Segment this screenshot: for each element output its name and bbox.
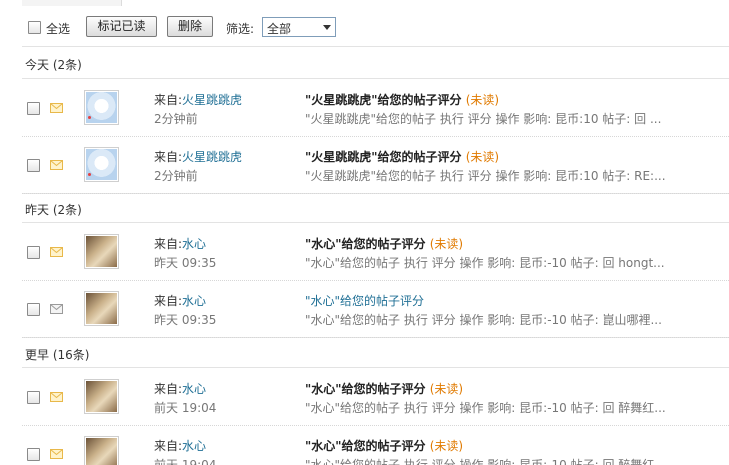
message-summary: "水心"给您的帖子 执行 评分 操作 影响: 昆币:-10 帖子: 回 hong… bbox=[305, 256, 665, 270]
message-title[interactable]: "火星跳跳虎"给您的帖子评分 (未读) bbox=[305, 91, 499, 108]
message-time: 2分钟前 bbox=[154, 112, 198, 126]
message-summary: "水心"给您的帖子 执行 评分 操作 影响: 昆币:-10 帖子: 崑山哪裡..… bbox=[305, 313, 662, 327]
chevron-down-icon bbox=[323, 25, 331, 30]
sender-line: 来自:水心 bbox=[154, 380, 206, 397]
message-title-text[interactable]: "火星跳跳虎"给您的帖子评分 bbox=[305, 93, 462, 107]
message-title-text[interactable]: "水心"给您的帖子评分 bbox=[305, 439, 426, 453]
filter-label: 筛选: bbox=[226, 22, 255, 36]
open-envelope-icon bbox=[50, 304, 63, 314]
message-title-text[interactable]: "火星跳跳虎"给您的帖子评分 bbox=[305, 150, 462, 164]
sender-line: 来自:火星跳跳虎 bbox=[154, 148, 242, 165]
envelope-icon bbox=[50, 247, 63, 257]
select-all-checkbox[interactable] bbox=[28, 21, 41, 34]
sender-line: 来自:水心 bbox=[154, 292, 206, 309]
from-label: 来自: bbox=[154, 294, 183, 308]
unread-badge: (未读) bbox=[465, 93, 500, 107]
message-title[interactable]: "水心"给您的帖子评分 (未读) bbox=[305, 380, 463, 397]
avatar[interactable] bbox=[84, 436, 119, 465]
message-time: 前天 19:04 bbox=[154, 401, 217, 415]
from-label: 来自: bbox=[154, 382, 183, 396]
avatar-image bbox=[86, 149, 117, 180]
section-header-yesterday: 昨天 (2条) bbox=[25, 203, 82, 217]
message-title[interactable]: "火星跳跳虎"给您的帖子评分 (未读) bbox=[305, 148, 499, 165]
avatar-image bbox=[86, 293, 117, 324]
row-checkbox[interactable] bbox=[27, 246, 40, 259]
message-time: 昨天 09:35 bbox=[154, 256, 217, 270]
filter-select[interactable]: 全部 bbox=[262, 17, 336, 37]
avatar[interactable] bbox=[84, 147, 119, 182]
avatar[interactable] bbox=[84, 234, 119, 269]
toolbar: 全选 标记已读 删除 筛选: 全部 bbox=[0, 12, 729, 42]
from-label: 来自: bbox=[154, 439, 183, 453]
message-row[interactable]: 来自:水心 昨天 09:35 "水心"给您的帖子评分 (未读) "水心"给您的帖… bbox=[22, 224, 729, 281]
sender-line: 来自:水心 bbox=[154, 235, 206, 252]
sender-link[interactable]: 水心 bbox=[182, 237, 206, 251]
envelope-icon bbox=[50, 392, 63, 402]
message-title-text[interactable]: "水心"给您的帖子评分 bbox=[305, 237, 426, 251]
avatar[interactable] bbox=[84, 90, 119, 125]
message-row[interactable]: 来自:水心 前天 19:04 "水心"给您的帖子评分 (未读) "水心"给您的帖… bbox=[22, 369, 729, 426]
sender-link[interactable]: 水心 bbox=[182, 382, 206, 396]
from-label: 来自: bbox=[154, 150, 183, 164]
envelope-icon bbox=[50, 449, 63, 459]
message-row[interactable]: 来自:水心 前天 19:04 "水心"给您的帖子评分 (未读) "水心"给您的帖… bbox=[22, 426, 729, 465]
row-checkbox[interactable] bbox=[27, 303, 40, 316]
envelope-icon bbox=[50, 160, 63, 170]
sender-link[interactable]: 水心 bbox=[182, 294, 206, 308]
tab-strip bbox=[0, 0, 729, 6]
message-summary: "火星跳跳虎"给您的帖子 执行 评分 操作 影响: 昆币:10 帖子: RE:.… bbox=[305, 169, 666, 183]
from-label: 来自: bbox=[154, 237, 183, 251]
sender-link[interactable]: 火星跳跳虎 bbox=[182, 150, 242, 164]
sender-line: 来自:水心 bbox=[154, 437, 206, 454]
message-title[interactable]: "水心"给您的帖子评分 (未读) bbox=[305, 437, 463, 454]
from-label: 来自: bbox=[154, 93, 183, 107]
row-checkbox[interactable] bbox=[27, 102, 40, 115]
message-title[interactable]: "水心"给您的帖子评分 bbox=[305, 292, 424, 309]
unread-badge: (未读) bbox=[429, 439, 464, 453]
section-header-earlier: 更早 (16条) bbox=[25, 348, 90, 362]
sender-link[interactable]: 水心 bbox=[182, 439, 206, 453]
avatar[interactable] bbox=[84, 379, 119, 414]
divider bbox=[22, 222, 729, 223]
unread-badge: (未读) bbox=[429, 382, 464, 396]
row-checkbox[interactable] bbox=[27, 391, 40, 404]
message-row[interactable]: 来自:水心 昨天 09:35 "水心"给您的帖子评分 "水心"给您的帖子 执行 … bbox=[22, 281, 729, 338]
message-title-text[interactable]: "水心"给您的帖子评分 bbox=[305, 294, 424, 308]
envelope-icon bbox=[50, 103, 63, 113]
message-title-text[interactable]: "水心"给您的帖子评分 bbox=[305, 382, 426, 396]
section-header-today: 今天 (2条) bbox=[25, 58, 82, 72]
divider bbox=[22, 78, 729, 79]
row-checkbox[interactable] bbox=[27, 159, 40, 172]
delete-button[interactable]: 删除 bbox=[167, 16, 213, 37]
sender-link[interactable]: 火星跳跳虎 bbox=[182, 93, 242, 107]
message-time: 前天 19:04 bbox=[154, 458, 217, 465]
avatar-image bbox=[86, 92, 117, 123]
divider bbox=[22, 367, 729, 368]
unread-badge: (未读) bbox=[429, 237, 464, 251]
filter-select-value: 全部 bbox=[267, 22, 292, 36]
message-summary: "火星跳跳虎"给您的帖子 执行 评分 操作 影响: 昆币:10 帖子: 回 ..… bbox=[305, 112, 662, 126]
avatar-image bbox=[86, 381, 117, 412]
message-row[interactable]: 来自:火星跳跳虎 2分钟前 "火星跳跳虎"给您的帖子评分 (未读) "火星跳跳虎… bbox=[22, 137, 729, 194]
divider bbox=[22, 46, 729, 47]
message-summary: "水心"给您的帖子 执行 评分 操作 影响: 昆币:-10 帖子: 回 醉舞红.… bbox=[305, 458, 666, 465]
row-checkbox[interactable] bbox=[27, 448, 40, 461]
select-all-label[interactable]: 全选 bbox=[46, 20, 70, 37]
top-tab[interactable] bbox=[22, 0, 122, 6]
message-time: 昨天 09:35 bbox=[154, 313, 217, 327]
message-summary: "水心"给您的帖子 执行 评分 操作 影响: 昆币:-10 帖子: 回 醉舞红.… bbox=[305, 401, 666, 415]
sender-line: 来自:火星跳跳虎 bbox=[154, 91, 242, 108]
avatar-image bbox=[86, 236, 117, 267]
avatar[interactable] bbox=[84, 291, 119, 326]
unread-badge: (未读) bbox=[465, 150, 500, 164]
message-row[interactable]: 来自:火星跳跳虎 2分钟前 "火星跳跳虎"给您的帖子评分 (未读) "火星跳跳虎… bbox=[22, 80, 729, 137]
message-time: 2分钟前 bbox=[154, 169, 198, 183]
message-title[interactable]: "水心"给您的帖子评分 (未读) bbox=[305, 235, 463, 252]
avatar-image bbox=[86, 438, 117, 465]
mark-read-button[interactable]: 标记已读 bbox=[86, 16, 157, 37]
